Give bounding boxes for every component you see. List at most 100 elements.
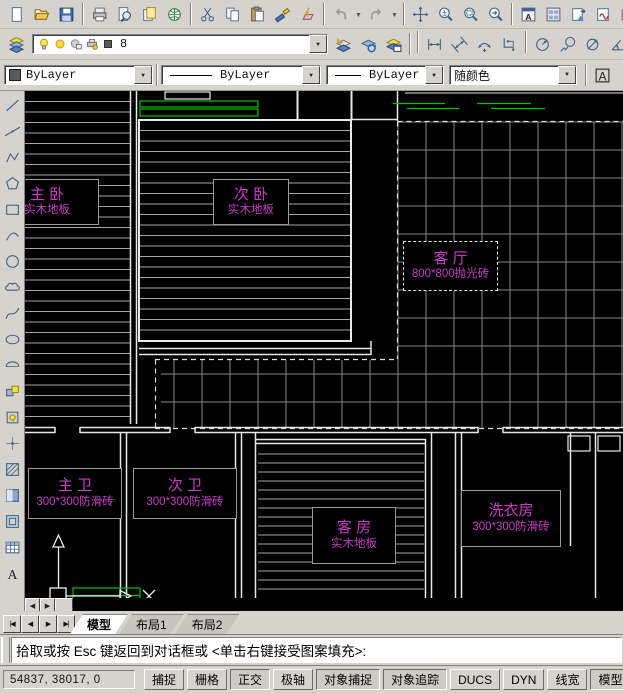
status-toggle-grid[interactable]: 栅格 <box>187 669 227 690</box>
status-toggle-snap[interactable]: 捕捉 <box>144 669 184 690</box>
command-window-splitter[interactable] <box>1 637 10 663</box>
makeblock-button[interactable] <box>0 404 25 430</box>
status-toggle-dyn[interactable]: DYN <box>503 669 544 690</box>
layer-combo-dropdown-icon[interactable]: ▼ <box>309 35 327 53</box>
sun-icon[interactable] <box>53 37 67 51</box>
tab-layout2[interactable]: 布局2 <box>175 614 240 634</box>
gradient-button[interactable] <box>0 482 25 508</box>
plot-button[interactable] <box>87 1 112 27</box>
open-button[interactable] <box>29 1 54 27</box>
room-label-xiyifang[interactable]: 洗衣房300*300防滑砖 <box>461 490 561 547</box>
paste-button[interactable] <box>245 1 270 27</box>
line-button[interactable] <box>0 92 25 118</box>
lineweight-combo-dropdown-icon[interactable]: ▼ <box>425 66 443 84</box>
redo-button[interactable] <box>364 1 389 27</box>
canvas-horizontal-scrollbar[interactable]: ◀ ▶ <box>25 598 623 611</box>
dimjogged-button[interactable] <box>555 31 580 57</box>
save-button[interactable] <box>54 1 79 27</box>
color-combo-dropdown-icon[interactable]: ▼ <box>134 66 152 84</box>
swatch-icon[interactable] <box>101 37 115 51</box>
web-button[interactable] <box>162 1 187 27</box>
drawing-canvas[interactable]: 主 卧实木地板 次 卧实木地板客 厅800*800抛光砖主 卫300*300防滑砖… <box>25 91 623 611</box>
scroll-left-icon[interactable]: ◀ <box>25 598 40 611</box>
polygon-button[interactable] <box>0 170 25 196</box>
table-button[interactable] <box>0 534 25 560</box>
blockeditor-button[interactable] <box>295 1 320 27</box>
color-combo[interactable]: ByLayer ▼ <box>4 65 153 85</box>
matchprop-button[interactable] <box>270 1 295 27</box>
undo-button[interactable] <box>328 1 353 27</box>
dimordinate-button[interactable] <box>497 31 522 57</box>
lineweight-combo[interactable]: ByLayer ▼ <box>326 65 444 85</box>
status-toggle-ortho[interactable]: 正交 <box>230 669 270 690</box>
dimaligned-button[interactable] <box>447 31 472 57</box>
tab-nav-first-button[interactable]: |◀ <box>3 615 21 633</box>
dcenter-button[interactable] <box>541 1 566 27</box>
bulb-icon[interactable] <box>37 37 51 51</box>
status-toggle-lwt[interactable]: 线宽 <box>547 669 587 690</box>
coordinate-display[interactable]: 54837, 38017, 0 <box>3 670 135 689</box>
vpfreeze-icon[interactable] <box>69 37 83 51</box>
dimdiameter-button[interactable] <box>580 31 605 57</box>
room-label-zhuwei[interactable]: 主 卫300*300防滑砖 <box>28 468 122 519</box>
arc-button[interactable] <box>0 222 25 248</box>
status-toggle-polar[interactable]: 极轴 <box>273 669 313 690</box>
status-toggle-otrack[interactable]: 对象追踪 <box>383 669 447 690</box>
scrollbar-thumb[interactable] <box>55 598 73 611</box>
dimarc-button[interactable] <box>472 31 497 57</box>
hatch-button[interactable] <box>0 456 25 482</box>
revcloud-button[interactable] <box>0 274 25 300</box>
ellipse-button[interactable] <box>0 326 25 352</box>
circle-button[interactable] <box>0 248 25 274</box>
copy-button[interactable] <box>220 1 245 27</box>
scroll-right-icon[interactable]: ▶ <box>40 598 55 611</box>
layers-button[interactable] <box>4 31 29 57</box>
tab-model[interactable]: 模型 <box>70 614 128 634</box>
dimlinear-button[interactable] <box>422 31 447 57</box>
spline-button[interactable] <box>0 300 25 326</box>
dropdown-arrow-icon[interactable]: ▼ <box>353 2 364 26</box>
tab-nav-last-button[interactable]: ▶| <box>57 615 75 633</box>
room-label-zhuwo[interactable]: 主 卧实木地板 <box>25 179 99 225</box>
zoomwin-button[interactable] <box>458 1 483 27</box>
room-label-keting[interactable]: 客 厅800*800抛光砖 <box>403 241 498 291</box>
zoomprev-button[interactable] <box>483 1 508 27</box>
preview-button[interactable] <box>112 1 137 27</box>
plotstyle-combo[interactable]: 随颜色 ▼ <box>449 65 577 85</box>
room-label-ciwo[interactable]: 次 卧实木地板 <box>213 179 289 225</box>
linetype-combo[interactable]: ByLayer ▼ <box>161 65 321 85</box>
point-button[interactable] <box>0 430 25 456</box>
room-label-ciwei[interactable]: 次 卫300*300防滑砖 <box>133 468 237 519</box>
props-button[interactable]: A <box>516 1 541 27</box>
insertblock-button[interactable] <box>0 378 25 404</box>
dropdown-arrow-icon[interactable]: ▼ <box>389 2 400 26</box>
layer-combo[interactable]: 8 ▼ <box>32 34 328 54</box>
plotstyle-combo-dropdown-icon[interactable]: ▼ <box>558 66 576 84</box>
plotstate-icon[interactable] <box>85 37 99 51</box>
pubstack-button[interactable] <box>616 1 623 27</box>
markupset-button[interactable] <box>591 1 616 27</box>
tab-nav-prev-button[interactable]: ◀ <box>21 615 39 633</box>
status-toggle-model[interactable]: 模型 <box>590 669 623 690</box>
textstyle-button[interactable]: A <box>590 62 615 88</box>
room-label-kefang[interactable]: 客 房实木地板 <box>312 507 396 564</box>
region-button[interactable] <box>0 508 25 534</box>
tab-nav-next-button[interactable]: ▶ <box>39 615 57 633</box>
zoom-button[interactable]: ± <box>433 1 458 27</box>
xline-button[interactable] <box>0 118 25 144</box>
ellipsearc-button[interactable] <box>0 352 25 378</box>
layerupd-button[interactable] <box>356 31 381 57</box>
dimradius-button[interactable] <box>530 31 555 57</box>
layerprev-button[interactable] <box>331 31 356 57</box>
sheetset-button[interactable] <box>566 1 591 27</box>
linetype-combo-dropdown-icon[interactable]: ▼ <box>302 66 320 84</box>
status-toggle-ducs[interactable]: DUCS <box>450 669 500 690</box>
layermgr-button[interactable] <box>381 31 406 57</box>
new-button[interactable] <box>4 1 29 27</box>
mtext-button[interactable]: A <box>0 560 25 586</box>
status-toggle-osnap[interactable]: 对象捕捉 <box>316 669 380 690</box>
rectangle-button[interactable] <box>0 196 25 222</box>
pan-button[interactable] <box>408 1 433 27</box>
command-prompt[interactable]: 拾取或按 Esc 键返回到对话框或 <单击右键接受图案填充>: <box>11 637 622 663</box>
dimangular-button[interactable] <box>605 31 623 57</box>
